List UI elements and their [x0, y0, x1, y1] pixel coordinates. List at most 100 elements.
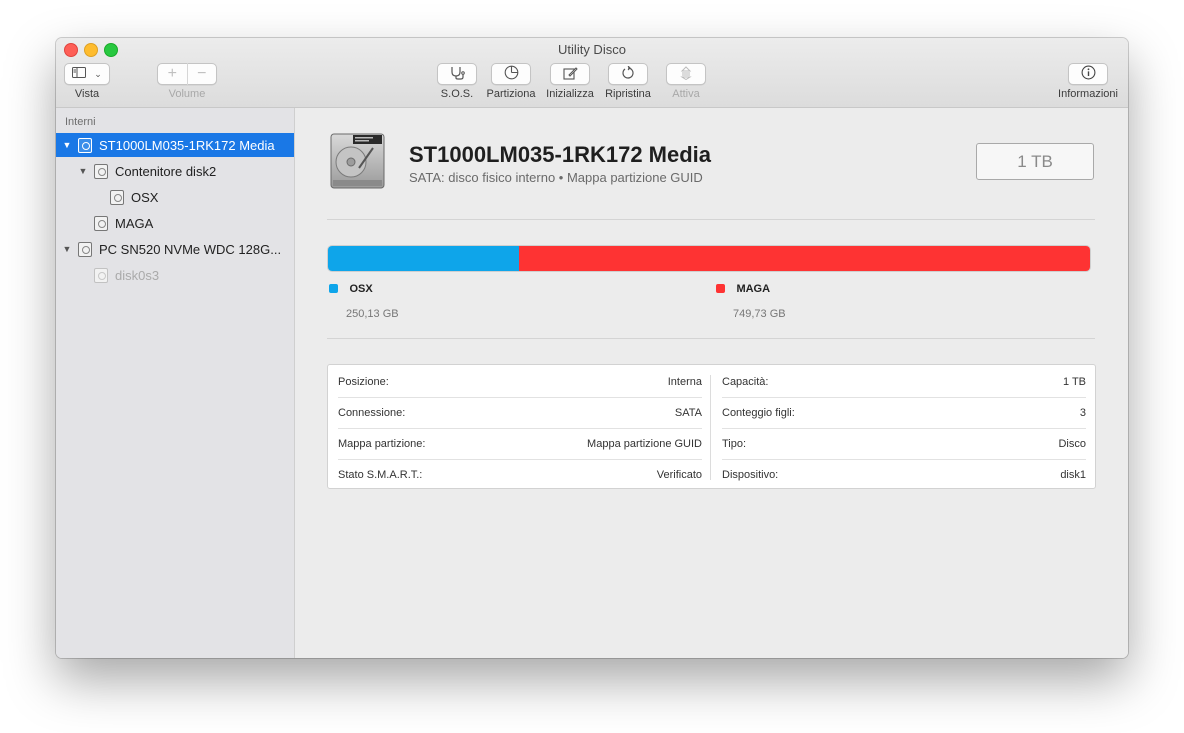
- sos-label: S.O.S.: [440, 88, 474, 100]
- legend-swatch: [716, 284, 725, 294]
- info-key: Posizione:: [338, 375, 389, 388]
- sidebar-item-st1000-disk[interactable]: ▼ ST1000LM035-1RK172 Media: [56, 133, 294, 157]
- volume-icon: [110, 189, 124, 205]
- sidebar-item-disk0s3[interactable]: disk0s3: [56, 263, 294, 287]
- volume-icon: [94, 267, 108, 283]
- add-volume-button[interactable]: +: [158, 63, 187, 85]
- hard-disk-icon: [78, 137, 92, 153]
- erase-pencil-icon: [562, 66, 578, 83]
- erase-group: Inizializza: [546, 63, 594, 100]
- sidebar-item-label: OSX: [131, 189, 159, 205]
- partition-usage-bar: [328, 246, 1090, 271]
- restore-button[interactable]: [608, 63, 648, 85]
- info-group: Informazioni: [1058, 63, 1118, 100]
- sidebar-item-container-disk2[interactable]: ▼ Contenitore disk2: [56, 159, 294, 183]
- legend-name: OSX: [349, 282, 373, 295]
- chevron-down-icon: ⌄: [94, 68, 102, 79]
- info-row-partition-map: Mappa partizione: Mappa partizione GUID: [338, 428, 702, 459]
- info-key: Mappa partizione:: [338, 437, 426, 450]
- disk-title: ST1000LM035-1RK172 Media: [409, 142, 712, 167]
- volume-segment: + −: [157, 63, 217, 85]
- restore-arrow-icon: [621, 65, 635, 83]
- info-row-child-count: Conteggio figli: 3: [722, 397, 1086, 428]
- erase-button[interactable]: [550, 63, 590, 85]
- sidebar-item-nvme-disk[interactable]: ▼ PC SN520 NVMe WDC 128G...: [56, 237, 294, 261]
- info-value: 1 TB: [1062, 375, 1086, 388]
- capacity-badge: 1 TB: [976, 143, 1094, 180]
- disk-utility-window: Utility Disco ⌄ Vista + − Volume S.O.S. …: [56, 38, 1128, 658]
- pie-chart-icon: [504, 65, 519, 83]
- info-label: Informazioni: [1058, 88, 1118, 100]
- sos-button[interactable]: [437, 63, 477, 85]
- erase-label: Inizializza: [546, 88, 594, 100]
- column-divider: [710, 375, 711, 480]
- info-value: disk1: [1060, 468, 1086, 481]
- disclosure-triangle[interactable]: ▼: [62, 140, 72, 150]
- partition-segment-osx[interactable]: [328, 246, 519, 271]
- restore-label: Ripristina: [605, 88, 651, 100]
- window-title: Utility Disco: [558, 42, 626, 57]
- sidebar: Interni ▼ ST1000LM035-1RK172 Media ▼ Con…: [56, 108, 295, 658]
- partition-group: Partiziona: [487, 63, 535, 100]
- info-key: Tipo:: [722, 437, 747, 450]
- sidebar-item-label: PC SN520 NVMe WDC 128G...: [99, 241, 282, 257]
- sidebar-item-label: MAGA: [115, 215, 154, 231]
- view-group: ⌄ Vista: [64, 63, 110, 100]
- info-key: Conteggio figli:: [722, 406, 795, 419]
- info-value: Mappa partizione GUID: [587, 437, 702, 450]
- info-row-type: Tipo: Disco: [722, 428, 1086, 459]
- sidebar-item-osx[interactable]: OSX: [56, 185, 294, 209]
- disclosure-triangle[interactable]: ▼: [62, 244, 72, 254]
- partition-segment-maga[interactable]: [518, 246, 1090, 271]
- legend-size: 749,73 GB: [733, 308, 786, 320]
- volume-icon: [94, 215, 108, 231]
- disclosure-triangle[interactable]: ▼: [78, 166, 88, 176]
- info-value: Verificato: [656, 468, 702, 481]
- mount-icon: [680, 65, 692, 83]
- legend-maga: MAGA 749,73 GB: [716, 280, 786, 320]
- info-row-device: Dispositivo: disk1: [722, 459, 1086, 490]
- sidebar-item-label: ST1000LM035-1RK172 Media: [99, 137, 275, 153]
- partition-button[interactable]: [491, 63, 531, 85]
- info-value: Interna: [667, 375, 702, 388]
- mount-group: Attiva: [666, 63, 706, 100]
- sidebar-icon: [72, 67, 87, 81]
- toolbar: Utility Disco ⌄ Vista + − Volume S.O.S. …: [56, 38, 1128, 108]
- legend-size: 250,13 GB: [346, 308, 399, 320]
- legend-swatch: [329, 284, 338, 294]
- info-row-smart-status: Stato S.M.A.R.T.: Verificato: [338, 459, 702, 490]
- volume-label: Volume: [168, 88, 206, 100]
- info-value: Disco: [1058, 437, 1086, 450]
- restore-group: Ripristina: [605, 63, 651, 100]
- info-value: SATA: [674, 406, 702, 419]
- legend-osx: OSX 250,13 GB: [329, 280, 399, 320]
- info-button[interactable]: [1068, 63, 1108, 85]
- info-row-connection: Connessione: SATA: [338, 397, 702, 428]
- info-row-position: Posizione: Interna: [338, 366, 702, 397]
- sidebar-heading-internal: Interni: [65, 116, 96, 128]
- info-key: Dispositivo:: [722, 468, 779, 481]
- info-icon: [1081, 65, 1096, 83]
- info-row-capacity: Capacità: 1 TB: [722, 366, 1086, 397]
- hard-disk-icon: [329, 132, 386, 190]
- hard-disk-icon: [94, 163, 108, 179]
- disk-info-table: Posizione: Interna Connessione: SATA Map…: [327, 364, 1096, 489]
- sidebar-item-label: Contenitore disk2: [115, 163, 217, 179]
- mount-label: Attiva: [672, 88, 700, 100]
- info-key: Connessione:: [338, 406, 406, 419]
- info-key: Stato S.M.A.R.T.:: [338, 468, 423, 481]
- info-key: Capacità:: [722, 375, 769, 388]
- hard-disk-icon: [78, 241, 92, 257]
- remove-volume-button[interactable]: −: [186, 63, 217, 85]
- sidebar-item-label: disk0s3: [115, 267, 160, 283]
- sidebar-item-maga[interactable]: MAGA: [56, 211, 294, 235]
- disk-subtitle: SATA: disco fisico interno • Mappa parti…: [409, 170, 703, 185]
- mount-button[interactable]: [666, 63, 706, 85]
- view-label: Vista: [74, 88, 100, 100]
- divider: [327, 219, 1095, 220]
- main-panel: ST1000LM035-1RK172 Media SATA: disco fis…: [295, 108, 1128, 658]
- info-value: 3: [1079, 406, 1086, 419]
- sos-group: S.O.S.: [437, 63, 477, 100]
- volume-group: + − Volume: [157, 63, 217, 100]
- view-button[interactable]: ⌄: [64, 63, 110, 85]
